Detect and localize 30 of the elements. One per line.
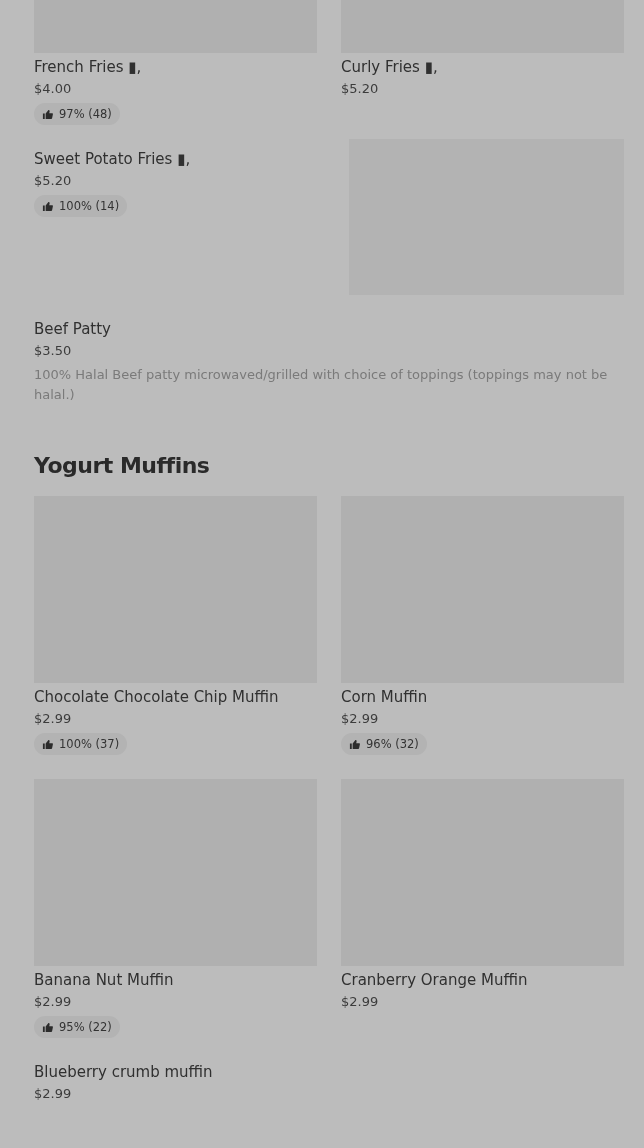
- rating-text: 95% (22): [59, 1020, 112, 1034]
- item-price: $2.99: [341, 994, 380, 1010]
- rating-text: 100% (14): [59, 199, 120, 213]
- item-price: $2.99: [341, 711, 380, 727]
- item-description: 100% Halal Beef patty microwaved/grilled with choice of toppings (toppings may not be halal.): [34, 366, 609, 404]
- thumbs-up-icon: [42, 200, 53, 212]
- item-name[interactable]: Blueberry crumb muffin: [34, 1062, 624, 1082]
- item-name[interactable]: Corn Muffin: [341, 687, 624, 707]
- item-price: $3.50: [34, 343, 73, 359]
- item-name[interactable]: Sweet Potato Fries ▮,: [34, 149, 349, 169]
- item-name[interactable]: Beef Patty: [34, 319, 624, 339]
- thumbs-up-icon: [349, 738, 360, 750]
- section-heading: Yogurt Muffins: [34, 453, 211, 478]
- item-name[interactable]: Banana Nut Muffin: [34, 970, 317, 990]
- thumbs-up-icon: [42, 738, 53, 750]
- item-name[interactable]: Cranberry Orange Muffin: [341, 970, 624, 990]
- item-name[interactable]: Chocolate Chocolate Chip Muffin: [34, 687, 317, 707]
- item-price: $5.20: [341, 81, 380, 97]
- thumbs-up-icon: [42, 1021, 53, 1033]
- thumbs-up-icon: [42, 108, 53, 120]
- rating-text: 97% (48): [59, 107, 112, 121]
- item-price: $2.99: [34, 1086, 73, 1102]
- rating-text: 96% (32): [366, 737, 419, 751]
- item-name[interactable]: Curly Fries ▮,: [341, 57, 624, 77]
- item-price: $5.20: [34, 173, 73, 189]
- item-price: $4.00: [34, 81, 73, 97]
- item-name[interactable]: French Fries ▮,: [34, 57, 317, 77]
- item-price: $2.99: [34, 994, 73, 1010]
- item-price: $2.99: [34, 711, 73, 727]
- rating-text: 100% (37): [59, 737, 120, 751]
